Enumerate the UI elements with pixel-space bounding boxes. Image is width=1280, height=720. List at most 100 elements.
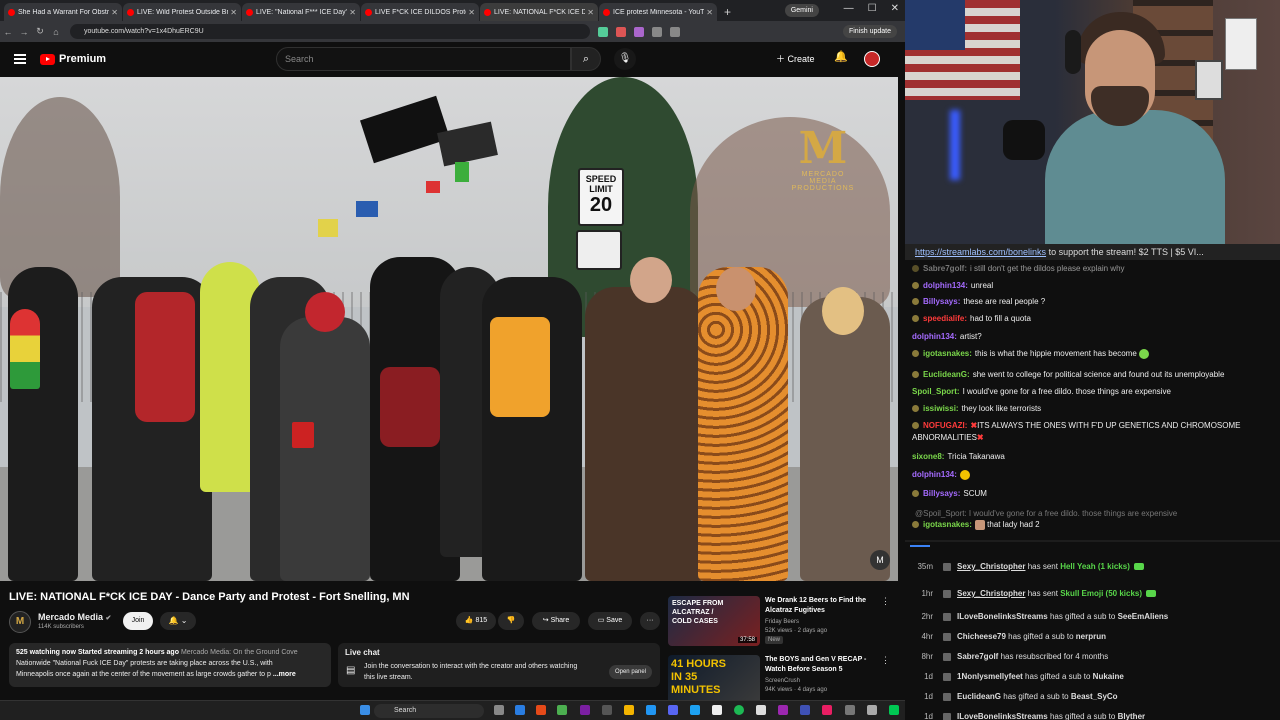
forward-icon[interactable]: → [16,27,32,37]
youtube-logo[interactable]: Premium [40,53,106,65]
extension-icon[interactable] [598,26,608,37]
app-icon[interactable] [756,705,766,715]
close-icon[interactable]: ✕ [468,8,475,17]
browser-tab[interactable]: ICE protest Minnesota - YouTu ✕ [599,3,717,21]
file-explorer-icon[interactable] [624,705,634,715]
event-user[interactable]: Chicheese79 [957,632,1006,641]
url-field[interactable]: youtube.com/watch?v=1x4DhuERC9U [70,24,590,39]
app-icon[interactable] [536,705,546,715]
task-view-icon[interactable] [494,705,504,715]
app-icon[interactable] [712,705,722,715]
spotify-icon[interactable] [734,705,744,715]
extension-icon[interactable] [616,26,626,37]
notifications-bell-icon[interactable]: 🔔 [834,50,848,63]
channel-corner-logo[interactable]: M [870,550,890,570]
maximize-icon[interactable]: ☐ [868,3,877,14]
chat-username[interactable]: EuclideanG: [923,370,970,379]
finish-update-button[interactable]: Finish update [842,25,897,38]
edge-icon[interactable] [515,705,525,715]
event-user[interactable]: Sexy_Christopher [957,589,1025,598]
tab-title: She Had a Warrant For Obstru [18,8,110,16]
chat-username[interactable]: Spoil_Sport: [912,387,960,396]
menu-icon[interactable] [14,54,26,64]
chat-username[interactable]: Billysays: [923,489,960,498]
chat-username[interactable]: dolphin134: [912,470,957,479]
app-icon[interactable] [845,705,855,715]
save-button[interactable]: ▭ Save [588,612,632,630]
recommended-video[interactable]: 41 HOURS IN 35 MINUTES The BOYS and Gen … [668,655,898,700]
browser-tab[interactable]: She Had a Warrant For Obstru ✕ [4,3,122,21]
channel-avatar[interactable]: M [9,611,31,633]
description-box[interactable]: 525 watching now Started streaming 2 hou… [9,643,331,687]
reload-icon[interactable]: ↻ [32,26,48,37]
chat-username[interactable]: Billysays: [923,297,960,306]
taskbar-search[interactable]: Search [374,704,484,718]
more-actions-button[interactable]: ··· [640,612,660,630]
subscribed-bell-button[interactable]: 🔔 ⌄ [160,612,196,630]
home-icon[interactable]: ⌂ [48,27,64,37]
chat-username[interactable]: sixone8: [912,452,944,461]
app-icon[interactable] [602,705,612,715]
gemini-button[interactable]: Gemini [784,4,819,17]
chat-username[interactable]: speedialife: [923,314,967,323]
open-panel-button[interactable]: Open panel [608,665,652,679]
close-icon[interactable]: ✕ [706,8,713,17]
start-icon[interactable] [360,705,370,715]
app-icon[interactable] [800,705,810,715]
browser-tab[interactable]: LIVE: "National F*** ICE Day" Pa✕ [242,3,360,21]
extension-icon[interactable] [652,26,662,37]
app-icon[interactable] [822,705,832,715]
rec-meta: 94K views · 4 days ago [765,687,828,693]
extension-icon[interactable] [634,26,644,37]
event-user[interactable]: ILoveBonelinksStreams [957,712,1048,720]
avatar[interactable] [864,51,880,67]
chat-username[interactable]: igotasnakes: [923,349,972,358]
chat-username[interactable]: igotasnakes: [923,520,972,529]
app-icon[interactable] [646,705,656,715]
discord-icon[interactable] [668,705,678,715]
close-icon[interactable]: ✕ [349,8,356,17]
app-icon[interactable] [580,705,590,715]
event-user[interactable]: ILoveBonelinksStreams [957,612,1048,621]
search-input[interactable]: Search [276,47,571,71]
join-button[interactable]: Join [123,612,153,630]
microphone-icon[interactable]: 🎙 [614,48,636,70]
channel-name[interactable]: Mercado Media ✔ [38,612,111,622]
search-icon[interactable]: ⌕ [571,47,601,71]
share-button[interactable]: ↪ Share [532,612,580,630]
more-options-icon[interactable]: ⋮ [881,596,890,607]
event-user[interactable]: 1Nonlysmellyfeet [957,672,1023,681]
chrome-icon[interactable] [557,705,567,715]
browser-tab-active[interactable]: LIVE: NATIONAL F*CK ICE D ✕ [480,3,598,21]
event-user[interactable]: Sexy_Christopher [957,562,1025,571]
more-options-icon[interactable]: ⋮ [881,655,890,666]
back-icon[interactable]: ← [0,27,16,37]
minimize-icon[interactable]: — [844,3,854,14]
extension-icon[interactable] [670,26,680,37]
more-link[interactable]: ...more [273,671,296,678]
app-icon[interactable] [867,705,877,715]
dislike-button[interactable]: 👎 [498,612,524,630]
app-icon[interactable] [690,705,700,715]
ticker-link[interactable]: https://streamlabs.com/bonelinks [915,247,1046,257]
event-user[interactable]: Sabre7golf [957,652,998,661]
recommended-video[interactable]: ESCAPE FROM ALCATRAZ / COLD CASES 37:58 … [668,596,898,646]
app-icon[interactable] [778,705,788,715]
chat-username[interactable]: dolphin134: [912,332,957,341]
video-player[interactable]: SPEED LIMIT 20 M MERCADO MEDIA PRODUCTIO… [0,77,898,581]
like-button[interactable]: 👍 815 [456,612,496,630]
new-tab-button[interactable]: + [718,3,737,21]
close-icon[interactable]: ✕ [230,8,237,17]
app-icon[interactable] [889,705,899,715]
close-window-icon[interactable]: ✕ [891,3,899,14]
chat-username[interactable]: NOFUGAZI: [923,421,967,430]
chat-username[interactable]: dolphin134: [923,281,968,290]
browser-tab[interactable]: LIVE: Wild Protest Outside Bro ✕ [123,3,241,21]
close-icon[interactable]: ✕ [587,8,594,17]
chat-username[interactable]: issiwissi: [923,404,959,413]
create-button[interactable]: ＋ Create [776,49,815,69]
event-user[interactable]: EuclideanG [957,692,1001,701]
chat-username[interactable]: Sabre7golf: [923,264,967,273]
close-icon[interactable]: ✕ [111,8,118,17]
browser-tab[interactable]: LIVE F*CK ICE DILDOS Protest I✕ [361,3,479,21]
